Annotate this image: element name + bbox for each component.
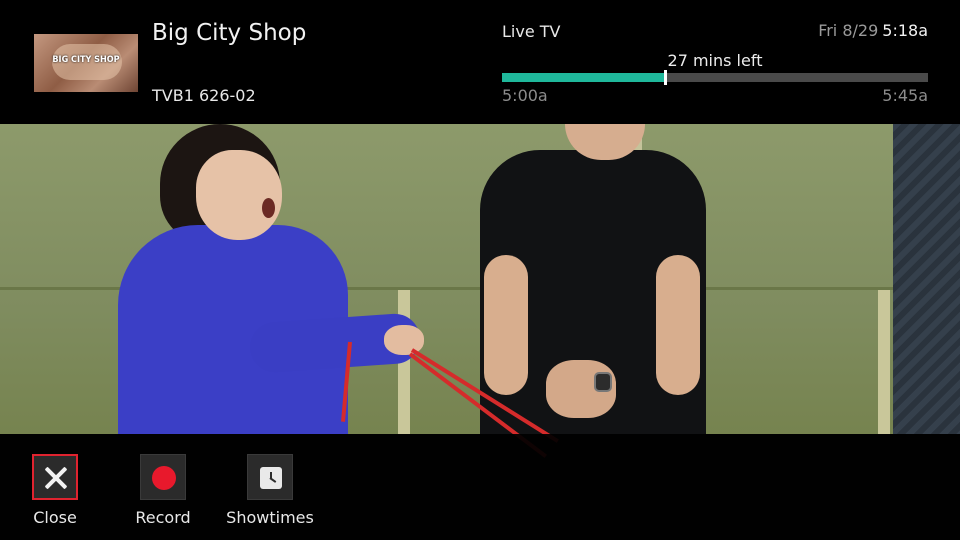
thumbnail-logo-text: BIG CITY SHOP xyxy=(52,55,120,65)
program-thumbnail: BIG CITY SHOP xyxy=(34,34,138,92)
source-label: Live TV xyxy=(502,22,561,41)
current-time: 5:18a xyxy=(882,21,928,40)
record-button[interactable]: Record xyxy=(118,454,208,534)
progress-marker xyxy=(664,70,668,85)
program-title: Big City Shop xyxy=(152,20,307,46)
progress-fill xyxy=(502,73,666,82)
action-bar: Close Record Showtimes xyxy=(0,434,960,540)
record-icon xyxy=(152,466,176,490)
channel-number: TVB1 626-02 xyxy=(152,86,256,105)
showtimes-button[interactable]: Showtimes xyxy=(225,454,315,534)
close-button[interactable]: Close xyxy=(10,454,100,534)
start-time: 5:00a xyxy=(502,86,548,105)
time-remaining: 27 mins left xyxy=(667,51,763,70)
clock: Fri 8/29 5:18a xyxy=(818,21,928,40)
progress-bar xyxy=(502,70,928,85)
close-icon xyxy=(44,466,68,490)
close-label: Close xyxy=(33,508,77,527)
studio-curtain xyxy=(893,124,960,434)
record-label: Record xyxy=(135,508,191,527)
end-time: 5:45a xyxy=(882,86,928,105)
wristwatch xyxy=(594,372,612,392)
showtimes-label: Showtimes xyxy=(226,508,314,527)
current-date: Fri 8/29 xyxy=(818,21,879,40)
program-info-bar: BIG CITY SHOP Big City Shop TVB1 626-02 … xyxy=(0,0,960,124)
clock-icon xyxy=(260,467,282,489)
